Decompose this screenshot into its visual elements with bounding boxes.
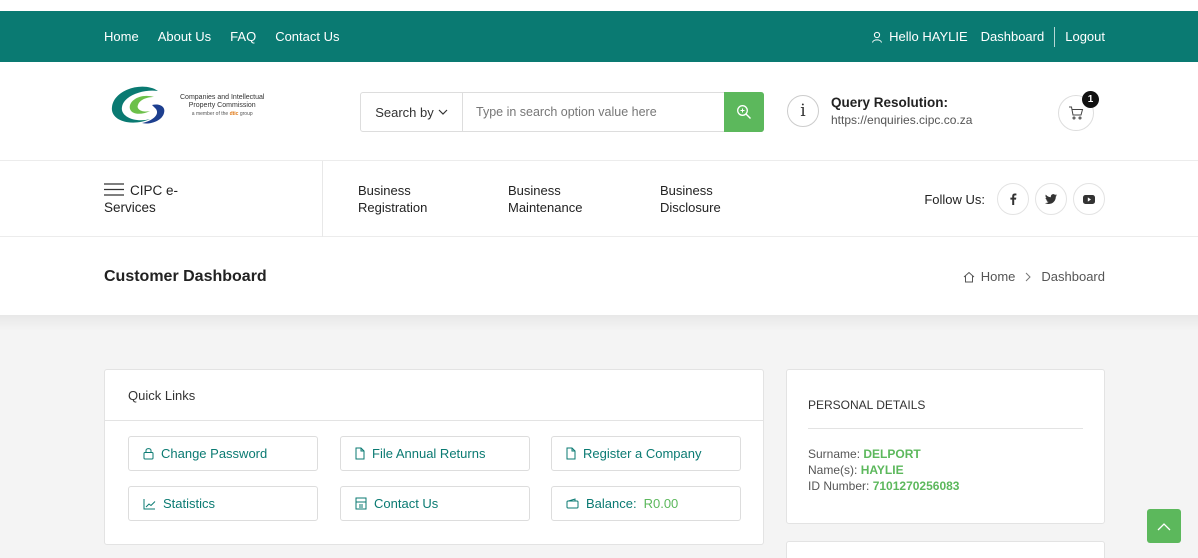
menu-business-disclosure[interactable]: Business Disclosure [660,182,721,216]
nav-faq-link[interactable]: FAQ [230,29,256,44]
divider [808,428,1083,429]
contact-us-button[interactable]: Contact Us [340,486,530,521]
chart-line-icon [143,498,156,509]
statistics-button[interactable]: Statistics [128,486,318,521]
building-icon [355,497,367,510]
file-annual-returns-button[interactable]: File Annual Returns [340,436,530,471]
follow-us: Follow Us: [924,183,1105,215]
youtube-button[interactable] [1073,183,1105,215]
quick-links-card: Quick Links Change Password File Annual … [104,369,764,545]
info-icon: i [787,95,819,127]
main-menu: CIPC e- Services Business Registration Bu… [0,161,1198,237]
balance-button[interactable]: Balance: R0.00 [551,486,741,521]
query-resolution: i Query Resolution: https://enquiries.ci… [787,95,972,127]
facebook-button[interactable] [997,183,1029,215]
document-icon [355,447,365,460]
nav-about-link[interactable]: About Us [158,29,211,44]
query-url-link[interactable]: https://enquiries.cipc.co.za [831,113,972,127]
breadcrumb: Home Dashboard [963,269,1105,284]
search-by-dropdown[interactable]: Search by [361,93,463,131]
query-title: Query Resolution: [831,95,949,110]
twitter-icon [1045,194,1057,204]
youtube-icon [1083,194,1095,204]
search-button[interactable] [724,92,764,132]
next-card [786,541,1105,558]
follow-us-label: Follow Us: [924,191,985,207]
divider [1054,26,1056,47]
dashboard-content: Quick Links Change Password File Annual … [0,315,1198,558]
menu-business-registration[interactable]: Business Registration [358,182,427,216]
menu-divider [322,161,323,237]
breadcrumb-current: Dashboard [1041,269,1105,284]
user-greeting[interactable]: Hello HAYLIE [871,29,968,44]
dashboard-link[interactable]: Dashboard [981,29,1045,44]
lock-icon [143,448,154,460]
home-icon [963,271,975,282]
wallet-icon [566,498,579,509]
menu-business-maintenance[interactable]: Business Maintenance [508,182,582,216]
cipc-logo[interactable]: Companies and Intellectual Property Comm… [106,80,290,132]
surname-value: DELPORT [863,447,921,461]
logout-link[interactable]: Logout [1065,29,1105,44]
user-menu: Hello HAYLIE Dashboard Logout [871,11,1105,62]
page-title-bar: Customer Dashboard Home Dashboard [0,237,1198,315]
search-icon [737,105,751,119]
greeting-text: Hello HAYLIE [889,29,968,44]
hamburger-icon [104,183,124,197]
cart-count-badge: 1 [1082,91,1099,108]
balance-value: R0.00 [643,496,679,511]
search-input[interactable] [463,93,724,131]
personal-details-rows: Surname: DELPORT Name(s): HAYLIE ID Numb… [808,447,960,493]
nav-home-link[interactable]: Home [104,29,139,44]
quick-links-title: Quick Links [105,370,763,421]
facebook-icon [1010,193,1017,205]
chevron-down-icon [438,109,448,115]
site-header: Companies and Intellectual Property Comm… [0,62,1198,161]
cart-icon [1069,106,1084,120]
cipc-eservices-menu[interactable]: CIPC e- Services [104,182,178,216]
logo-text: Companies and Intellectual Property Comm… [180,94,265,117]
top-nav-links: Home About Us FAQ Contact Us [104,11,340,62]
top-nav-bar: Home About Us FAQ Contact Us Hello HAYLI… [0,11,1198,62]
chevron-up-icon [1157,522,1171,530]
page-title: Customer Dashboard [104,268,267,285]
change-password-button[interactable]: Change Password [128,436,318,471]
cart-button[interactable]: 1 [1058,91,1099,131]
user-icon [872,31,883,43]
cipc-logo-icon [111,86,165,124]
chevron-right-icon [1026,272,1032,281]
twitter-button[interactable] [1035,183,1067,215]
document-icon [566,447,576,460]
personal-details-title: PERSONAL DETAILS [808,398,926,412]
names-value: HAYLIE [860,463,904,477]
register-company-button[interactable]: Register a Company [551,436,741,471]
nav-contact-link[interactable]: Contact Us [275,29,339,44]
breadcrumb-home-link[interactable]: Home [981,269,1016,284]
scroll-to-top-button[interactable] [1147,509,1181,543]
id-number-value: 7101270256083 [872,479,960,493]
personal-details-card: PERSONAL DETAILS Surname: DELPORT Name(s… [786,369,1105,524]
search-bar: Search by [360,92,764,132]
